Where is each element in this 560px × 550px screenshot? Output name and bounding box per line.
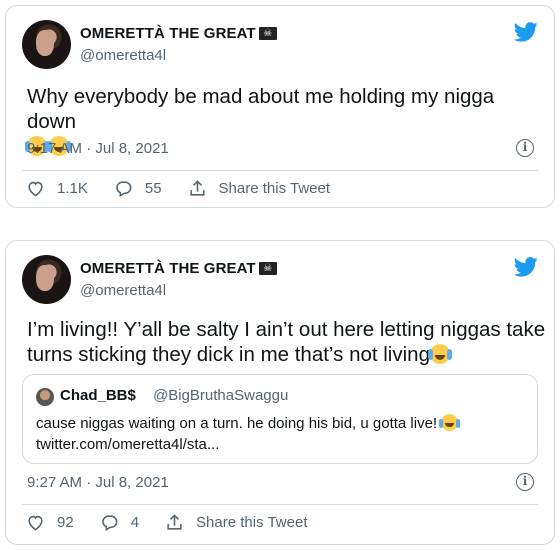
twitter-bird-icon[interactable] [514,22,538,42]
share-button[interactable]: Share this Tweet [188,179,330,198]
author-name[interactable]: OMERETTÀ THE GREAT [80,260,256,277]
quoted-tweet[interactable]: Chad_BB$ @BigBruthaSwaggu cause niggas w… [22,374,538,464]
author-row: OMERETTÀ THE GREAT ☠ [80,25,277,42]
quoted-author-name: Chad_BB$ [60,387,136,404]
pirate-flag-emoji: ☠ [258,262,277,275]
like-button[interactable]: 1.1K [26,179,88,198]
author-row: OMERETTÀ THE GREAT ☠ [80,260,277,277]
author-handle[interactable]: @omeretta4l [80,282,166,299]
share-icon [189,180,205,196]
tears-of-joy-emoji [439,414,461,431]
reply-button[interactable]: 4 [100,513,139,532]
tweet-text-content: Why everybody be mad about me holding my… [27,85,495,133]
twitter-bird-icon[interactable] [514,257,538,277]
divider [22,504,538,505]
info-icon[interactable]: i [516,473,534,491]
loudly-crying-emoji [427,344,452,364]
reply-count: 4 [130,514,140,531]
share-label: Share this Tweet [218,180,330,197]
tweet-card[interactable]: OMERETTÀ THE GREAT ☠ @omeretta4l I’m liv… [5,240,555,545]
info-icon[interactable]: i [516,139,534,157]
heart-icon [28,181,43,197]
reply-icon [116,181,132,198]
action-bar: 1.1K 55 Share this Tweet [26,179,356,198]
quoted-link[interactable]: twitter.com/omeretta4l/sta... [36,436,219,453]
author-name[interactable]: OMERETTÀ THE GREAT [80,25,256,42]
tweet-text-line: I’m living!! Y’all be salty I ain’t out … [27,318,546,341]
like-count: 1.1K [57,180,88,197]
quoted-avatar [36,388,54,406]
tweet-timestamp[interactable]: 9:27 AM · Jul 8, 2021 [27,474,169,491]
share-icon [167,514,182,530]
quoted-text: cause niggas waiting on a turn. he doing… [36,413,526,455]
action-bar: 92 4 Share this Tweet [26,513,333,532]
share-label: Share this Tweet [196,514,308,531]
like-count: 92 [57,514,74,531]
author-handle[interactable]: @omeretta4l [80,47,166,64]
reply-count: 55 [144,180,162,197]
like-button[interactable]: 92 [26,513,74,532]
quoted-text-content: cause niggas waiting on a turn. he doing… [36,415,438,432]
tweet-timestamp[interactable]: 9:17 AM · Jul 8, 2021 [27,140,169,157]
tweet-card[interactable]: OMERETTÀ THE GREAT ☠ @omeretta4l Why eve… [5,5,555,208]
quoted-author-handle: @BigBruthaSwaggu [153,387,289,404]
avatar[interactable] [22,255,71,304]
tweet-text: I’m living!! Y’all be salty I ain’t out … [27,317,547,367]
avatar[interactable] [22,20,71,69]
tweet-text-line: turns sticking they dick in me that’s no… [27,343,430,366]
reply-button[interactable]: 55 [114,179,162,198]
heart-icon [28,515,43,531]
share-button[interactable]: Share this Tweet [165,513,307,532]
reply-icon [101,515,118,532]
divider [22,170,538,171]
pirate-flag-emoji: ☠ [258,27,277,40]
